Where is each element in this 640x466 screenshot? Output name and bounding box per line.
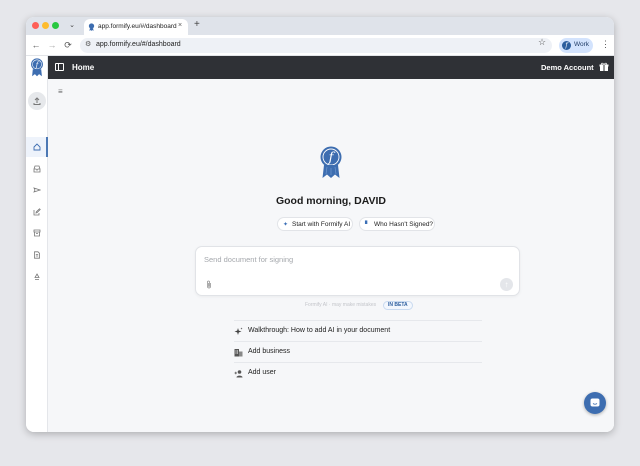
document-icon (34, 251, 40, 259)
tab-close-icon[interactable]: × (178, 22, 182, 29)
sidebar-item-inbox[interactable] (26, 159, 48, 179)
send-icon (33, 187, 41, 193)
hamburger-menu-icon[interactable]: ≡ (58, 87, 63, 96)
sidebar-item-templates[interactable] (26, 245, 48, 265)
chip-label: Start with Formify AI (292, 221, 351, 228)
tab-search-icon[interactable]: ⌄ (66, 20, 78, 32)
address-bar[interactable]: ⚙ app.formify.eu/#/dashboard (80, 38, 552, 53)
sidebar-toggle-icon[interactable] (55, 63, 64, 71)
composer-input[interactable] (204, 253, 484, 265)
forward-button[interactable]: → (46, 39, 58, 51)
minimize-window-button[interactable] (42, 22, 49, 29)
browser-tab[interactable]: app.formify.eu/#/dashboard × (84, 19, 188, 35)
app-header: Home Demo Account (48, 56, 614, 79)
maximize-window-button[interactable] (52, 22, 59, 29)
tab-title: app.formify.eu/#/dashboard (98, 23, 177, 30)
add-user-icon (234, 370, 243, 378)
add-user-link[interactable]: Add user (234, 362, 482, 383)
action-label: Add business (248, 348, 291, 355)
who-hasnt-signed-chip[interactable]: ▘ Who Hasn't Signed? (359, 217, 435, 231)
business-icon (234, 349, 243, 357)
home-icon (33, 143, 41, 151)
action-label: Add user (248, 369, 277, 376)
close-window-button[interactable] (32, 22, 39, 29)
reload-button[interactable]: ⟳ (62, 39, 74, 51)
archive-icon (33, 229, 41, 237)
site-info-icon[interactable]: ⚙ (85, 40, 91, 48)
account-menu-button[interactable]: Demo Account (541, 63, 594, 72)
gift-icon[interactable] (599, 62, 609, 72)
action-label: Walkthrough: How to add AI in your docum… (248, 327, 391, 334)
sidebar-item-recycle[interactable] (26, 267, 48, 287)
start-with-ai-chip[interactable]: ✦ Start with Formify AI (277, 217, 353, 231)
formify-logo-icon[interactable]: f (30, 58, 44, 77)
upload-icon (33, 97, 41, 105)
main-content: ≡ f Good morning, DAVID ✦ Start with For… (48, 79, 614, 432)
sidebar-item-home[interactable] (26, 137, 48, 157)
recycle-icon (34, 273, 40, 280)
sparkle-icon: ✦ (283, 222, 289, 228)
document-composer: ↑ (195, 246, 520, 296)
profile-avatar: f (562, 41, 571, 50)
sidebar-item-sent[interactable] (26, 180, 48, 200)
chip-label: Who Hasn't Signed? (374, 221, 434, 228)
back-button[interactable]: ← (30, 39, 42, 51)
new-tab-button[interactable]: + (194, 19, 200, 30)
send-button[interactable]: ↑ (500, 278, 513, 291)
add-business-link[interactable]: Add business (234, 341, 482, 362)
formify-logo-icon: f (320, 146, 342, 178)
walkthrough-link[interactable]: Walkthrough: How to add AI in your docum… (234, 320, 482, 341)
browser-toolbar: ← → ⟳ ⚙ app.formify.eu/#/dashboard ☆ f W… (26, 35, 614, 56)
inbox-icon (33, 165, 41, 173)
beta-badge: IN BETA (383, 301, 413, 310)
address-url: app.formify.eu/#/dashboard (96, 41, 181, 48)
attach-icon[interactable] (206, 280, 212, 289)
greeting-heading: Good morning, DAVID (275, 195, 387, 207)
browser-window: ⌄ app.formify.eu/#/dashboard × + ← → ⟳ ⚙… (26, 17, 614, 432)
edit-icon (33, 208, 41, 216)
upload-button[interactable] (28, 92, 46, 110)
page-title: Home (72, 63, 95, 72)
sidebar-item-archive[interactable] (26, 223, 48, 243)
browser-menu-icon[interactable]: ⋮ (601, 39, 610, 50)
formify-favicon-icon (88, 23, 95, 31)
bookmark-star-icon[interactable]: ☆ (538, 37, 546, 48)
app-sidebar: f (26, 56, 48, 432)
sparkle-icon (234, 327, 243, 335)
profile-button[interactable]: f Work (559, 38, 593, 53)
chat-icon (590, 398, 600, 407)
tab-strip: ⌄ app.formify.eu/#/dashboard × + (26, 17, 614, 35)
chat-support-button[interactable] (584, 392, 606, 414)
profile-label: Work (574, 41, 590, 48)
sidebar-item-drafts[interactable] (26, 202, 48, 222)
ribbon-icon: ▘ (365, 222, 370, 228)
ai-disclaimer: Formify AI · may make mistakes (305, 302, 377, 308)
